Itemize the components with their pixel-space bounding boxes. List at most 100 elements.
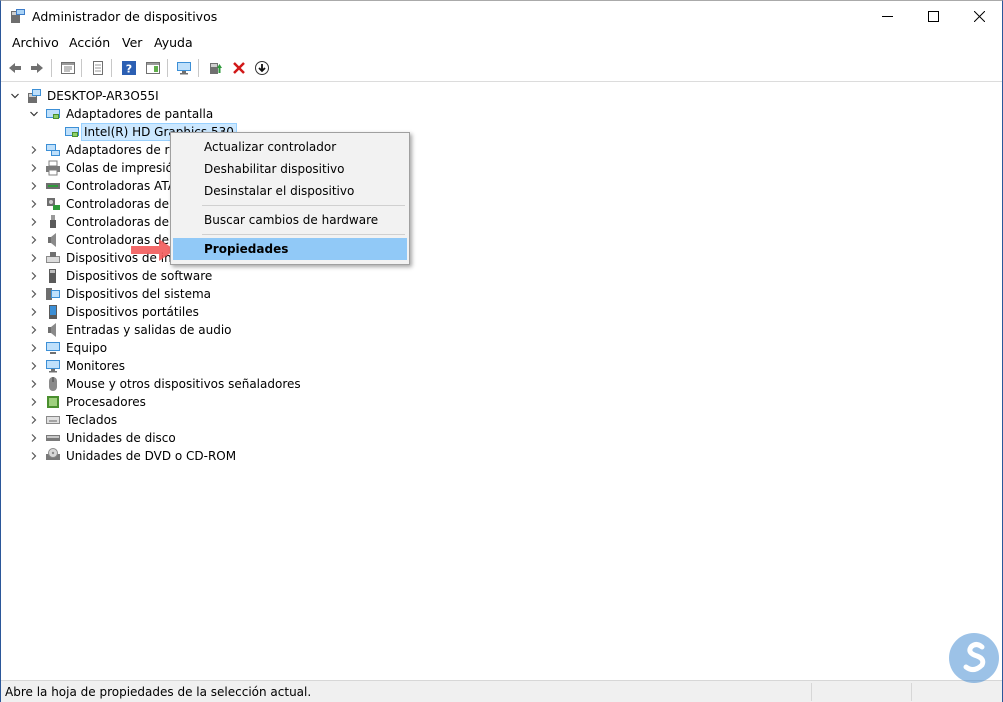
software-device-icon bbox=[45, 268, 61, 284]
tree-category[interactable]: Monitores bbox=[2, 357, 402, 375]
chevron-right-icon[interactable] bbox=[28, 213, 40, 231]
tree-category-label: Colas de impresión bbox=[66, 161, 181, 175]
svg-text:?: ? bbox=[126, 63, 132, 76]
properties-sheet-icon[interactable] bbox=[58, 58, 78, 78]
tree-category-label: Equipo bbox=[66, 341, 108, 355]
processor-icon bbox=[45, 394, 61, 410]
tree-category-label: Entradas y salidas de audio bbox=[66, 323, 232, 337]
tree-category[interactable]: Mouse y otros dispositivos señaladores bbox=[2, 375, 402, 393]
uninstall-icon[interactable] bbox=[229, 58, 249, 78]
display-adapter-icon bbox=[64, 124, 80, 140]
chevron-right-icon[interactable] bbox=[28, 411, 40, 429]
tree-category[interactable]: Unidades de disco bbox=[2, 429, 402, 447]
storage-controller-icon bbox=[45, 196, 61, 212]
ctx-item-label: Deshabilitar dispositivo bbox=[204, 162, 345, 176]
chevron-right-icon[interactable] bbox=[28, 267, 40, 285]
show-hide-icon[interactable] bbox=[143, 58, 163, 78]
chevron-right-icon[interactable] bbox=[28, 393, 40, 411]
chevron-right-icon[interactable] bbox=[28, 447, 40, 465]
ctx-item-label: Actualizar controlador bbox=[204, 140, 337, 154]
forward-icon[interactable] bbox=[27, 58, 47, 78]
back-icon[interactable] bbox=[5, 58, 25, 78]
chevron-right-icon[interactable] bbox=[28, 303, 40, 321]
tree-category[interactable]: Entradas y salidas de audio bbox=[2, 321, 402, 339]
menu-accion[interactable]: Acción bbox=[69, 35, 110, 50]
toolbar: ? bbox=[1, 54, 1002, 82]
tree-root-label: DESKTOP-AR3O55I bbox=[47, 89, 159, 103]
context-menu: Actualizar controlador Deshabilitar disp… bbox=[170, 132, 410, 265]
watermark-logo bbox=[949, 633, 999, 683]
ctx-buscar-cambios[interactable]: Buscar cambios de hardware bbox=[173, 209, 407, 231]
keyboard-icon bbox=[45, 250, 61, 266]
toolbar-separator bbox=[81, 59, 82, 77]
chevron-right-icon[interactable] bbox=[28, 159, 40, 177]
tree-category[interactable]: Procesadores bbox=[2, 393, 402, 411]
disk-drive-icon bbox=[45, 430, 61, 446]
chevron-right-icon[interactable] bbox=[28, 321, 40, 339]
ctx-item-label: Desinstalar el dispositivo bbox=[204, 184, 355, 198]
chevron-right-icon[interactable] bbox=[28, 141, 40, 159]
download-icon[interactable] bbox=[252, 58, 272, 78]
device-tree: DESKTOP-AR3O55I Adaptadores de pantalla … bbox=[2, 83, 1002, 679]
keyboard-icon bbox=[45, 412, 61, 428]
monitor-icon bbox=[45, 358, 61, 374]
chevron-right-icon[interactable] bbox=[28, 357, 40, 375]
tree-category-label: Dispositivos del sistema bbox=[66, 287, 212, 301]
tree-category-label: Unidades de DVD o CD-ROM bbox=[66, 449, 237, 463]
chevron-down-icon[interactable] bbox=[28, 105, 40, 123]
print-icon[interactable] bbox=[88, 58, 108, 78]
help-icon[interactable]: ? bbox=[119, 58, 139, 78]
tree-category-label: Controladoras de b bbox=[66, 215, 181, 229]
maximize-button[interactable] bbox=[910, 1, 956, 31]
chevron-right-icon[interactable] bbox=[28, 195, 40, 213]
status-bar: Abre la hoja de propiedades de la selecc… bbox=[1, 680, 1002, 702]
display-adapter-icon bbox=[45, 106, 61, 122]
tree-root[interactable]: DESKTOP-AR3O55I bbox=[2, 87, 402, 105]
tree-category-adaptadores-pantalla[interactable]: Adaptadores de pantalla bbox=[2, 105, 402, 123]
menu-ver[interactable]: Ver bbox=[122, 35, 142, 50]
ctx-actualizar-controlador[interactable]: Actualizar controlador bbox=[173, 136, 407, 158]
tree-category[interactable]: Equipo bbox=[2, 339, 402, 357]
network-adapter-icon bbox=[45, 142, 61, 158]
ctx-item-label: Buscar cambios de hardware bbox=[204, 213, 379, 227]
title-bar: Administrador de dispositivos bbox=[1, 1, 1002, 31]
computer-icon bbox=[45, 340, 61, 356]
ctx-deshabilitar-dispositivo[interactable]: Deshabilitar dispositivo bbox=[173, 158, 407, 180]
close-button[interactable] bbox=[956, 1, 1002, 31]
tree-category[interactable]: Dispositivos portátiles bbox=[2, 303, 402, 321]
toolbar-separator bbox=[111, 59, 112, 77]
tree-category[interactable]: Dispositivos de software bbox=[2, 267, 402, 285]
menu-bar: Archivo Acción Ver Ayuda bbox=[1, 32, 1002, 54]
device-manager-window: Administrador de dispositivos Archivo Ac… bbox=[0, 0, 1003, 702]
chevron-right-icon[interactable] bbox=[28, 339, 40, 357]
chevron-down-icon[interactable] bbox=[9, 87, 21, 105]
dvd-drive-icon bbox=[45, 448, 61, 464]
chevron-right-icon[interactable] bbox=[28, 177, 40, 195]
chevron-right-icon[interactable] bbox=[28, 249, 40, 267]
tree-category-label: Dispositivos portátiles bbox=[66, 305, 199, 319]
status-divider bbox=[911, 683, 912, 701]
ctx-item-label: Propiedades bbox=[204, 242, 289, 256]
chevron-right-icon[interactable] bbox=[28, 375, 40, 393]
minimize-button[interactable] bbox=[864, 1, 910, 31]
tree-category-label: Adaptadores de red bbox=[66, 143, 185, 157]
update-driver-icon[interactable] bbox=[205, 58, 225, 78]
chevron-right-icon[interactable] bbox=[28, 285, 40, 303]
tree-category-label: Monitores bbox=[66, 359, 125, 373]
tree-category-label: Procesadores bbox=[66, 395, 146, 409]
tree-category[interactable]: Teclados bbox=[2, 411, 402, 429]
menu-archivo[interactable]: Archivo bbox=[12, 35, 59, 50]
window-title: Administrador de dispositivos bbox=[32, 9, 218, 24]
menu-ayuda[interactable]: Ayuda bbox=[154, 35, 193, 50]
tree-category[interactable]: Unidades de DVD o CD-ROM bbox=[2, 447, 402, 465]
usb-icon bbox=[45, 214, 61, 230]
chevron-right-icon[interactable] bbox=[28, 429, 40, 447]
tree-category[interactable]: Dispositivos del sistema bbox=[2, 285, 402, 303]
ctx-propiedades[interactable]: Propiedades bbox=[173, 238, 407, 260]
mouse-icon bbox=[45, 376, 61, 392]
tree-category-label: Unidades de disco bbox=[66, 431, 176, 445]
ctx-desinstalar-dispositivo[interactable]: Desinstalar el dispositivo bbox=[173, 180, 407, 202]
tree-category-label: Controladoras ATA/ bbox=[66, 179, 180, 193]
monitor-icon[interactable] bbox=[174, 58, 194, 78]
chevron-right-icon[interactable] bbox=[28, 231, 40, 249]
